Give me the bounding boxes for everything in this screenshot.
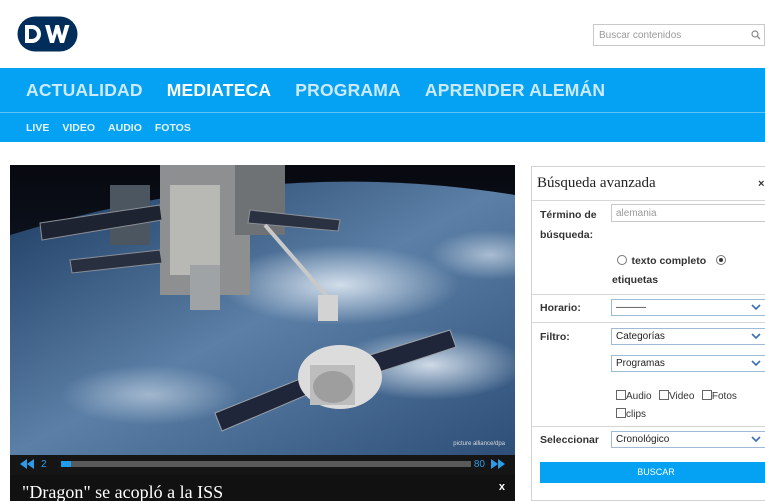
subnav-item-live[interactable]: LIVE <box>26 122 49 134</box>
sort-label: Seleccionar <box>540 434 599 446</box>
search-term-label-line2: búsqueda: <box>540 229 594 241</box>
search-scope-radios: texto completo <box>617 251 726 269</box>
video-title: "Dragon" se acopló a la ISS <box>22 482 224 501</box>
media-type-checkboxes: Audio Video Fotos <box>616 386 737 404</box>
filter-programs-select[interactable]: Programas <box>611 355 765 372</box>
search-button[interactable]: BUSCAR <box>540 462 765 483</box>
filter-programs-value: Programas <box>616 358 665 369</box>
checkbox-audio-label: Audio <box>626 391 652 402</box>
checkbox-clips[interactable] <box>616 408 626 418</box>
schedule-select-value: ——— <box>616 302 646 313</box>
video-caption: "Dragon" se acopló a la ISS x <box>10 475 515 501</box>
search-input[interactable] <box>594 25 744 46</box>
divider <box>532 322 765 323</box>
schedule-select[interactable]: ——— <box>611 299 765 316</box>
subnav-item-fotos[interactable]: FOTOS <box>155 122 191 134</box>
divider <box>532 200 765 201</box>
sort-select-value: Cronológico <box>616 434 670 445</box>
chevron-down-icon[interactable] <box>750 330 762 343</box>
divider <box>532 294 765 295</box>
main-navigation: ACTUALIDAD MEDIATECA PROGRAMA APRENDER A… <box>0 68 765 142</box>
radio-tags[interactable] <box>715 255 726 265</box>
subnav-item-video[interactable]: VIDEO <box>62 122 95 134</box>
site-search[interactable] <box>593 24 765 46</box>
progress-bar-fill <box>61 461 72 467</box>
checkbox-video[interactable] <box>659 390 670 400</box>
primary-nav: ACTUALIDAD MEDIATECA PROGRAMA APRENDER A… <box>26 80 605 101</box>
nav-item-actualidad[interactable]: ACTUALIDAD <box>26 80 143 101</box>
filter-categories-value: Categorías <box>616 331 665 342</box>
chevron-down-icon[interactable] <box>750 357 762 370</box>
search-icon[interactable] <box>750 29 762 41</box>
nav-item-aprender-aleman[interactable]: APRENDER ALEMÁN <box>425 80 605 101</box>
checkbox-audio[interactable] <box>616 390 626 400</box>
player-controls: 2 80 <box>10 455 515 475</box>
filter-categories-select[interactable]: Categorías <box>611 328 765 345</box>
panel-close-button[interactable]: × <box>758 178 764 190</box>
checkbox-video-label: Video <box>669 391 695 402</box>
video-frame-image[interactable] <box>10 165 515 455</box>
secondary-nav: LIVE VIDEO AUDIO FOTOS <box>26 122 191 134</box>
chevron-down-icon[interactable] <box>750 433 762 446</box>
filter-label: Filtro: <box>540 331 570 343</box>
radio-tags-label: etiquetas <box>612 274 659 286</box>
search-term-field[interactable]: alemania <box>611 204 765 222</box>
advanced-search-panel: Búsqueda avanzada × Término de búsqueda:… <box>531 166 765 501</box>
checkbox-fotos[interactable] <box>701 390 712 400</box>
caption-close-button[interactable]: x <box>499 481 505 493</box>
checkbox-fotos-label: Fotos <box>711 391 737 402</box>
chevron-down-icon[interactable] <box>750 301 762 314</box>
checkbox-clips-label: clips <box>626 409 647 420</box>
video-player: picture alliance/dpa 2 80 "Dragon" se ac… <box>10 165 515 501</box>
fast-forward-icon[interactable] <box>491 459 505 469</box>
total-time: 80 <box>473 459 485 470</box>
rewind-icon[interactable] <box>20 459 34 469</box>
subnav-item-audio[interactable]: AUDIO <box>108 122 142 134</box>
progress-bar[interactable] <box>61 461 471 467</box>
radio-full-text[interactable] <box>617 255 627 265</box>
radio-full-text-label: texto completo <box>631 255 707 267</box>
dw-logo[interactable] <box>14 14 80 54</box>
panel-title: Búsqueda avanzada <box>537 175 656 191</box>
current-time: 2 <box>41 459 47 470</box>
nav-divider <box>0 112 765 113</box>
nav-item-programa[interactable]: PROGRAMA <box>295 80 401 101</box>
media-type-checkboxes-row2: clips <box>616 404 646 422</box>
schedule-label: Horario: <box>540 302 581 314</box>
nav-item-mediateca[interactable]: MEDIATECA <box>167 80 272 101</box>
site-header <box>0 0 765 68</box>
photo-credit: picture alliance/dpa <box>453 441 505 447</box>
sort-select[interactable]: Cronológico <box>611 431 765 448</box>
divider <box>532 426 765 427</box>
search-term-label-line1: Término de <box>540 209 597 221</box>
